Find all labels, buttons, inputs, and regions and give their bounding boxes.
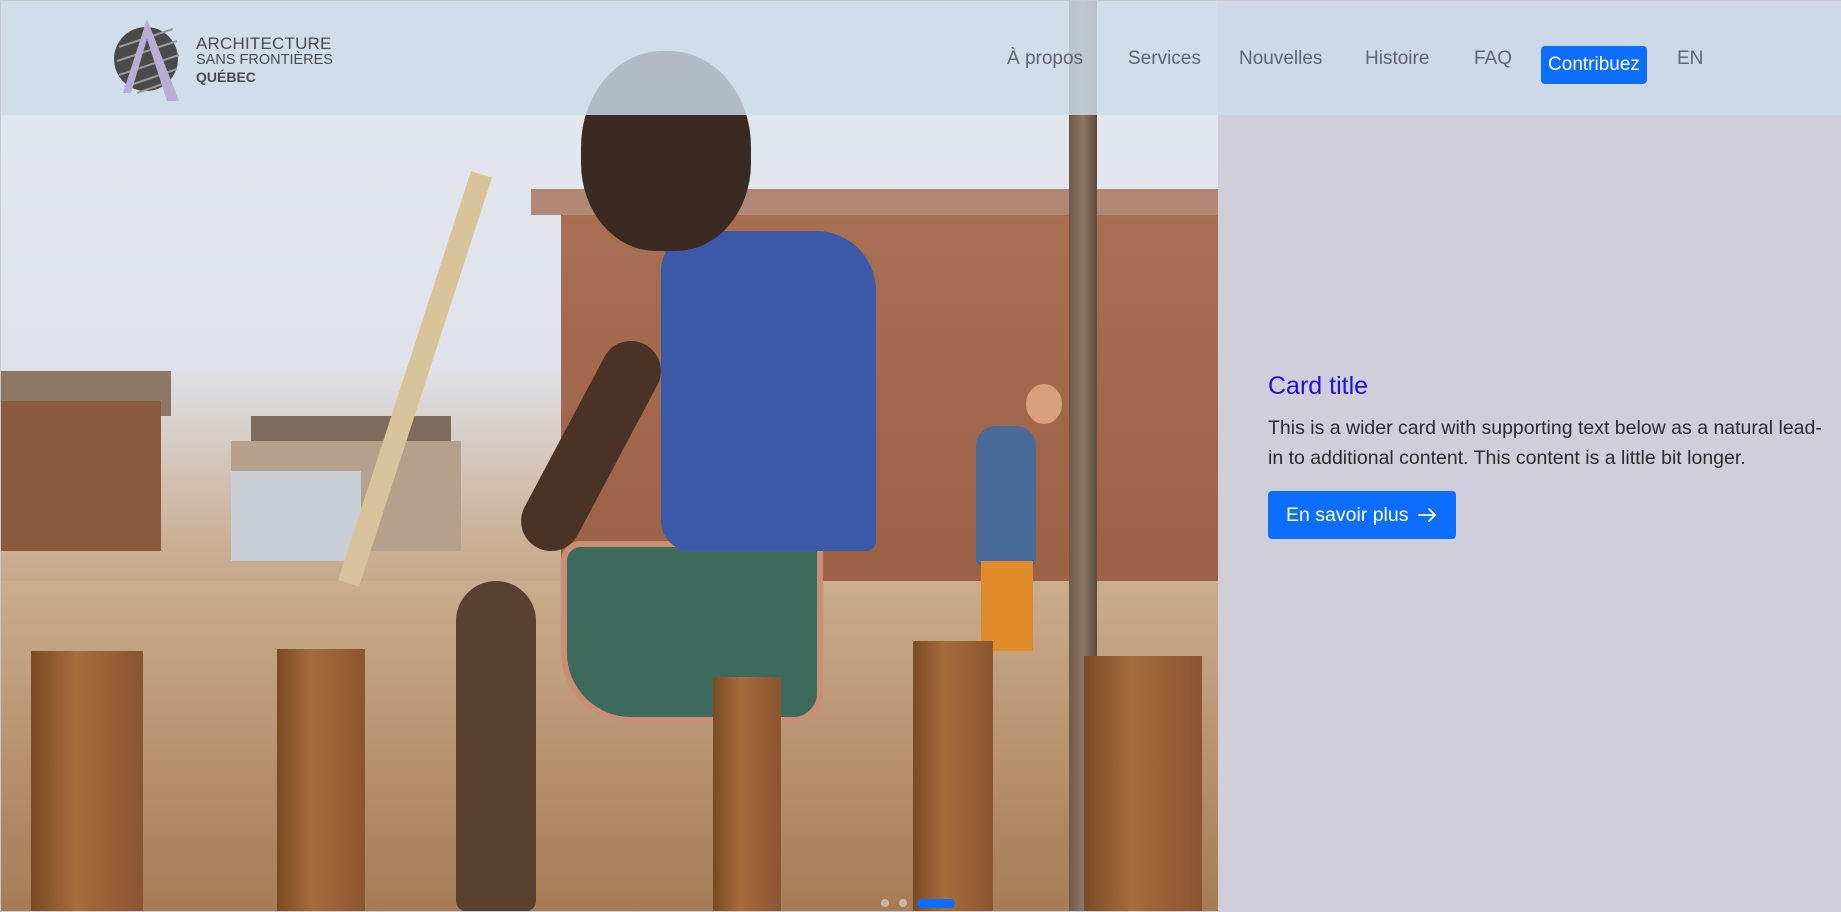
nav-item-services[interactable]: Services [1128, 48, 1201, 70]
nav-item-a-propos[interactable]: À propos [1007, 48, 1083, 70]
hut [1, 401, 161, 551]
child-shirt [661, 231, 876, 551]
nav-item-faq[interactable]: FAQ [1474, 48, 1512, 70]
hero-image [1, 1, 1218, 911]
card-title: Card title [1268, 372, 1369, 400]
wooden-post [277, 649, 365, 911]
worker-head [1026, 384, 1062, 424]
child-shorts [561, 541, 823, 723]
worker-body [976, 426, 1036, 566]
carousel-indicator[interactable] [881, 899, 889, 907]
nav-item-nouvelles[interactable]: Nouvelles [1239, 48, 1322, 70]
wooden-post [1084, 656, 1202, 911]
wooden-post [913, 641, 993, 911]
contribute-button[interactable]: Contribuez [1541, 46, 1647, 84]
carousel-indicator[interactable] [899, 899, 907, 907]
site-header: ARCHITECTURE SANS FRONTIÈRES QUÉBEC À pr… [1, 1, 1841, 115]
arrow-right-icon [1418, 508, 1437, 522]
nav-item-histoire[interactable]: Histoire [1365, 48, 1429, 70]
main-nav: À propos Services Nouvelles Histoire FAQ… [1, 1, 1841, 115]
worker-legs [981, 561, 1033, 651]
card-text: This is a wider card with supporting tex… [1268, 417, 1822, 469]
card-body: Card title This is a wider card with sup… [1268, 372, 1828, 539]
learn-more-button[interactable]: En savoir plus [1268, 491, 1457, 539]
carousel-indicators [881, 898, 955, 908]
wooden-post [31, 651, 143, 911]
carousel-indicator-active[interactable] [917, 898, 955, 908]
language-toggle[interactable]: EN [1677, 48, 1703, 70]
shed [231, 471, 361, 561]
learn-more-label: En savoir plus [1286, 503, 1409, 526]
wooden-post [713, 677, 781, 911]
child-leg [456, 581, 536, 911]
